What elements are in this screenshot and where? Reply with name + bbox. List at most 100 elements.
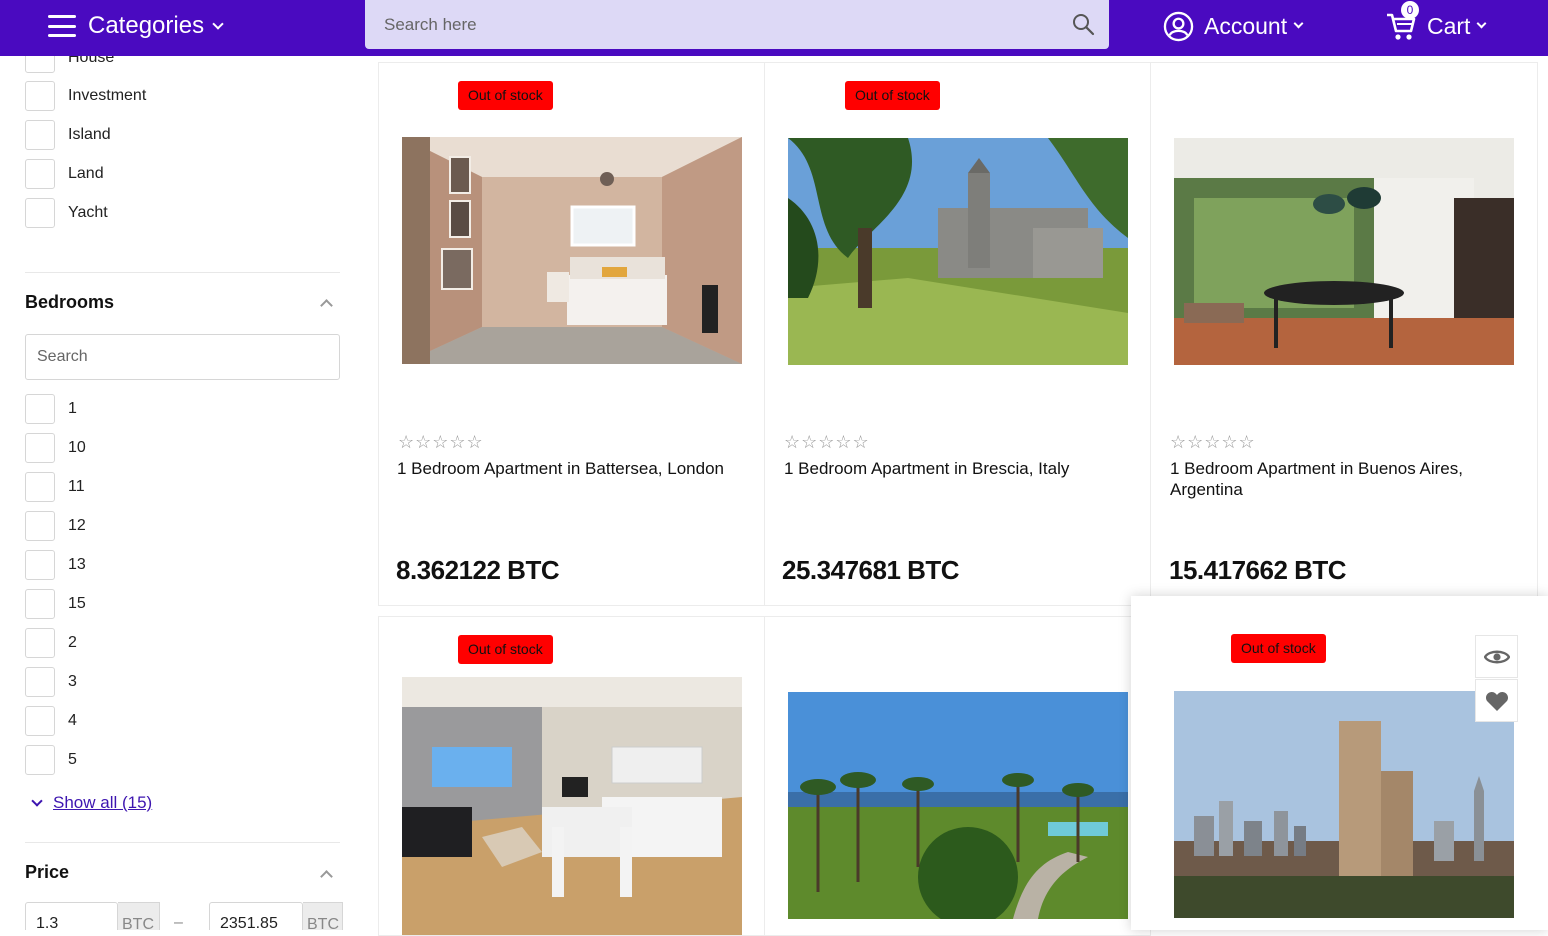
checkbox[interactable] — [25, 472, 55, 502]
price-title[interactable]: Price — [25, 862, 69, 883]
filter-label: Yacht — [68, 204, 108, 221]
product-image[interactable] — [1174, 691, 1514, 918]
rating-stars: ☆☆☆☆☆ — [398, 432, 484, 452]
out-of-stock-badge: Out of stock — [845, 81, 940, 110]
filter-bedrooms-5[interactable]: 5 — [25, 745, 77, 775]
filter-label: 15 — [68, 595, 86, 612]
filter-bedrooms-2[interactable]: 2 — [25, 628, 77, 658]
filter-label: 12 — [68, 517, 86, 534]
cart-count-badge: 0 — [1401, 1, 1419, 19]
product-name[interactable]: 1 Bedroom Apartment in Battersea, London — [397, 458, 737, 479]
product-name[interactable]: 1 Bedroom Apartment in Brescia, Italy — [784, 458, 1124, 479]
filter-bedrooms-11[interactable]: 11 — [25, 472, 85, 502]
rating-stars: ☆☆☆☆☆ — [784, 432, 870, 452]
price-min-input[interactable] — [25, 902, 118, 930]
product-name[interactable]: 1 Bedroom Apartment in Buenos Aires, Arg… — [1170, 458, 1490, 500]
rating-stars: ☆☆☆☆☆ — [1170, 432, 1256, 452]
filter-label: 5 — [68, 751, 77, 768]
price-separator: – — [174, 914, 183, 930]
checkbox[interactable] — [25, 433, 55, 463]
checkbox[interactable] — [25, 706, 55, 736]
filter-bedrooms-10[interactable]: 10 — [25, 433, 86, 463]
cart-button[interactable]: 0 Cart — [1385, 1, 1487, 42]
bedroom-photo — [402, 137, 742, 364]
search-input[interactable] — [384, 14, 1024, 35]
filter-label: 11 — [68, 478, 85, 495]
filter-label: 13 — [68, 556, 86, 573]
filter-sidebar: House Investment Island Land Yacht Bedro… — [0, 56, 360, 930]
user-circle-icon — [1163, 11, 1194, 41]
quick-view-button[interactable] — [1475, 635, 1518, 678]
account-label: Account — [1204, 12, 1288, 39]
price-max-unit: BTC — [303, 902, 343, 930]
dining-room-photo — [1174, 138, 1514, 365]
checkbox[interactable] — [25, 628, 55, 658]
filter-label: 4 — [68, 712, 77, 729]
filter-bedrooms-15[interactable]: 15 — [25, 589, 86, 619]
chevron-up-icon[interactable] — [320, 870, 333, 883]
filter-label: 3 — [68, 673, 77, 690]
product-image[interactable] — [1174, 138, 1514, 365]
product-image[interactable] — [788, 692, 1128, 919]
divider — [25, 272, 340, 273]
product-image[interactable] — [402, 677, 742, 935]
out-of-stock-badge: Out of stock — [458, 635, 553, 664]
search-icon[interactable] — [1071, 12, 1095, 36]
product-card[interactable] — [764, 616, 1151, 936]
filter-label: 2 — [68, 634, 77, 651]
filter-type-land[interactable]: Land — [25, 159, 104, 189]
product-price: 15.417662 BTC — [1169, 555, 1347, 585]
filter-label: Land — [68, 165, 104, 182]
checkbox[interactable] — [25, 511, 55, 541]
checkbox[interactable] — [25, 198, 55, 228]
chevron-down-icon — [1293, 18, 1304, 29]
show-all-label: Show all (15) — [53, 793, 153, 812]
price-max-input[interactable] — [209, 902, 303, 930]
product-image[interactable] — [402, 137, 742, 364]
categories-label: Categories — [88, 12, 205, 39]
divider — [25, 842, 340, 843]
chevron-down-icon — [31, 794, 43, 807]
product-card[interactable]: Out of stock — [378, 62, 765, 606]
filter-type-investment[interactable]: Investment — [25, 81, 146, 111]
wishlist-button[interactable] — [1475, 679, 1518, 722]
filter-bedrooms-1[interactable]: 1 — [25, 394, 77, 424]
out-of-stock-badge: Out of stock — [458, 81, 553, 110]
castle-photo — [788, 138, 1128, 365]
account-menu-button[interactable]: Account — [1163, 10, 1304, 42]
filter-type-island[interactable]: Island — [25, 120, 111, 150]
bedrooms-title[interactable]: Bedrooms — [25, 292, 114, 313]
product-price: 8.362122 BTC — [396, 555, 560, 585]
product-card[interactable]: Out of stock — [764, 62, 1151, 606]
top-header: Categories Account 0 Cart — [0, 0, 1548, 56]
filter-label: House — [68, 56, 115, 66]
chevron-down-icon — [212, 17, 224, 30]
filter-bedrooms-12[interactable]: 12 — [25, 511, 86, 541]
product-price: 25.347681 BTC — [782, 555, 960, 585]
checkbox[interactable] — [25, 745, 55, 775]
filter-bedrooms-13[interactable]: 13 — [25, 550, 86, 580]
product-card[interactable]: Out of stock — [378, 616, 765, 936]
product-card[interactable] — [1150, 62, 1538, 606]
show-all-bedrooms-link[interactable]: Show all (15) — [31, 793, 153, 813]
bedrooms-search-input[interactable] — [25, 334, 340, 380]
checkbox[interactable] — [25, 120, 55, 150]
product-image[interactable] — [788, 138, 1128, 365]
filter-label: 10 — [68, 439, 86, 456]
filter-bedrooms-4[interactable]: 4 — [25, 706, 77, 736]
filter-type-yacht[interactable]: Yacht — [25, 198, 108, 228]
checkbox[interactable] — [25, 159, 55, 189]
checkbox[interactable] — [25, 81, 55, 111]
checkbox[interactable] — [25, 589, 55, 619]
checkbox[interactable] — [25, 550, 55, 580]
chevron-up-icon[interactable] — [320, 299, 333, 312]
categories-menu-button[interactable]: Categories — [48, 10, 224, 42]
checkbox[interactable] — [25, 394, 55, 424]
palm-garden-photo — [788, 692, 1128, 919]
filter-bedrooms-3[interactable]: 3 — [25, 667, 77, 697]
checkbox[interactable] — [25, 667, 55, 697]
heart-icon — [1485, 691, 1508, 711]
checkbox[interactable] — [25, 56, 55, 73]
filter-type-house[interactable]: House — [25, 56, 114, 73]
filter-label: Island — [68, 126, 111, 143]
